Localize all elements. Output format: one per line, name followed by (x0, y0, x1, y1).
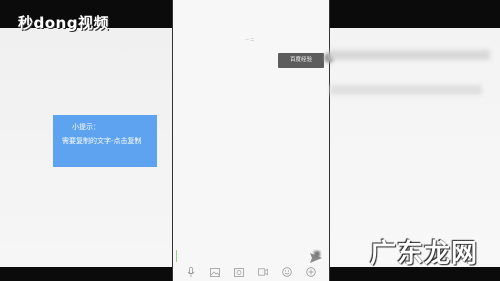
microphone-icon[interactable] (186, 267, 196, 277)
tip-box: 小提示： 需要复制的文字-点击复制 (53, 115, 157, 167)
top-watermark-logo: 秒dong视频 (18, 14, 109, 32)
blurred-row (330, 50, 490, 60)
chat-message-bubble[interactable]: 百度经验 (278, 53, 324, 68)
blurred-row (330, 85, 482, 95)
right-blurred-panel (324, 28, 500, 267)
chat-toolbar (173, 263, 329, 281)
tip-text: 需要复制的文字-点击复制 (62, 137, 142, 145)
video-icon[interactable] (258, 267, 268, 277)
tip-title: 小提示： (72, 123, 100, 131)
add-icon[interactable] (306, 267, 316, 277)
video-frame: 小提示： 需要复制的文字-点击复制 一 二 百度经验 秒dong视频 广东龙网 (0, 0, 500, 281)
text-cursor (176, 250, 177, 262)
gallery-icon[interactable] (234, 267, 244, 277)
emoji-icon[interactable] (282, 267, 292, 277)
chat-timestamp: 一 二 (245, 37, 255, 42)
blurred-element (314, 251, 320, 257)
image-icon[interactable] (210, 267, 220, 277)
phone-screen: 一 二 百度经验 (172, 0, 330, 281)
bottom-watermark-logo: 广东龙网 (370, 239, 479, 269)
